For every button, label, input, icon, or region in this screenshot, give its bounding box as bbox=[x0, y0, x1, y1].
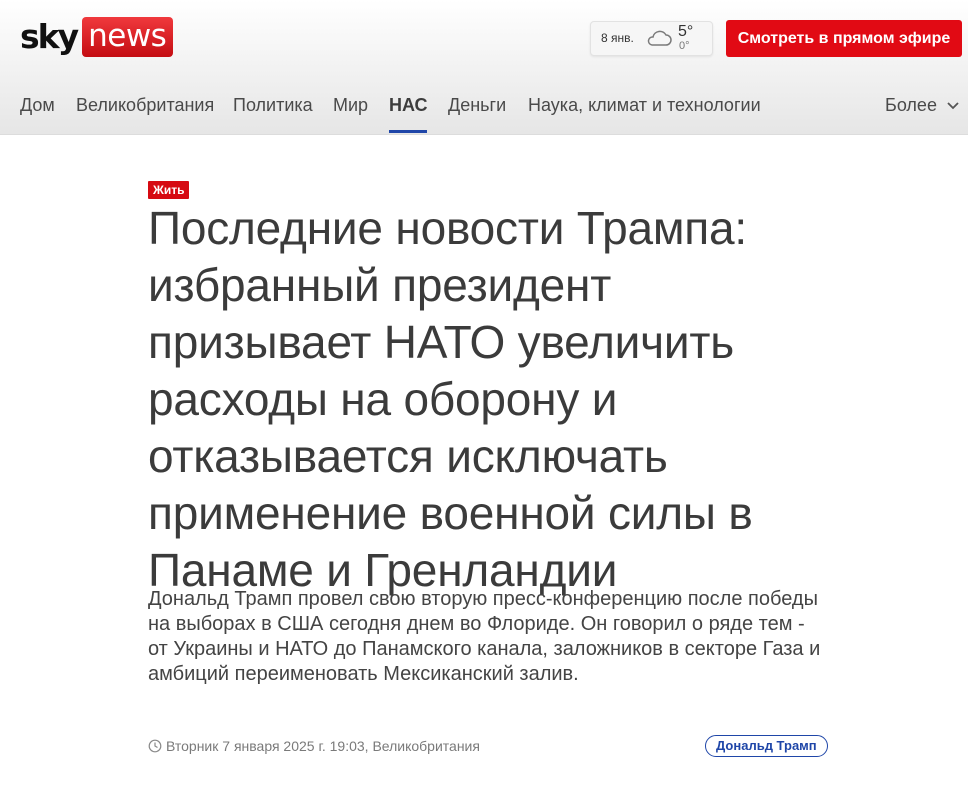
logo-news-text: news bbox=[82, 17, 174, 57]
site-header: sky news 8 янв. 5° 0° Смотреть в прямом … bbox=[0, 0, 968, 135]
nav-item-us[interactable]: НАС bbox=[389, 95, 428, 116]
article-headline: Последние новости Трампа: избранный през… bbox=[148, 202, 753, 596]
logo-sky-text: sky bbox=[20, 17, 79, 56]
main-nav: Дом Великобритания Политика Мир НАС День… bbox=[0, 86, 968, 133]
clock-icon bbox=[148, 739, 162, 753]
article-meta: Вторник 7 января 2025 г. 19:03, Великобр… bbox=[148, 736, 480, 756]
nav-item-world[interactable]: Мир bbox=[333, 95, 368, 116]
nav-item-uk[interactable]: Великобритания bbox=[76, 95, 214, 116]
cloud-icon bbox=[647, 30, 672, 46]
nav-item-money[interactable]: Деньги bbox=[448, 95, 506, 116]
live-badge: Жить bbox=[148, 181, 190, 199]
topic-tag[interactable]: Дональд Трамп bbox=[705, 735, 828, 757]
chevron-down-icon[interactable] bbox=[946, 101, 960, 111]
weather-date: 8 янв. bbox=[601, 31, 634, 45]
article-timestamp: Вторник 7 января 2025 г. 19:03, Великобр… bbox=[166, 738, 480, 754]
article-standfirst: Дональд Трамп провел свою вторую пресс-к… bbox=[148, 588, 821, 685]
nav-item-politics[interactable]: Политика bbox=[233, 95, 313, 116]
nav-active-indicator bbox=[389, 130, 427, 133]
weather-low: 0° bbox=[679, 40, 690, 52]
nav-item-science[interactable]: Наука, климат и технологии bbox=[528, 95, 761, 116]
sky-news-logo[interactable]: sky news bbox=[20, 17, 174, 57]
weather-temp: 5° bbox=[678, 23, 694, 40]
weather-widget[interactable]: 8 янв. 5° 0° bbox=[590, 21, 713, 56]
nav-item-home[interactable]: Дом bbox=[20, 95, 55, 116]
nav-more[interactable]: Более bbox=[885, 95, 937, 116]
watch-live-button[interactable]: Смотреть в прямом эфире bbox=[726, 20, 962, 57]
